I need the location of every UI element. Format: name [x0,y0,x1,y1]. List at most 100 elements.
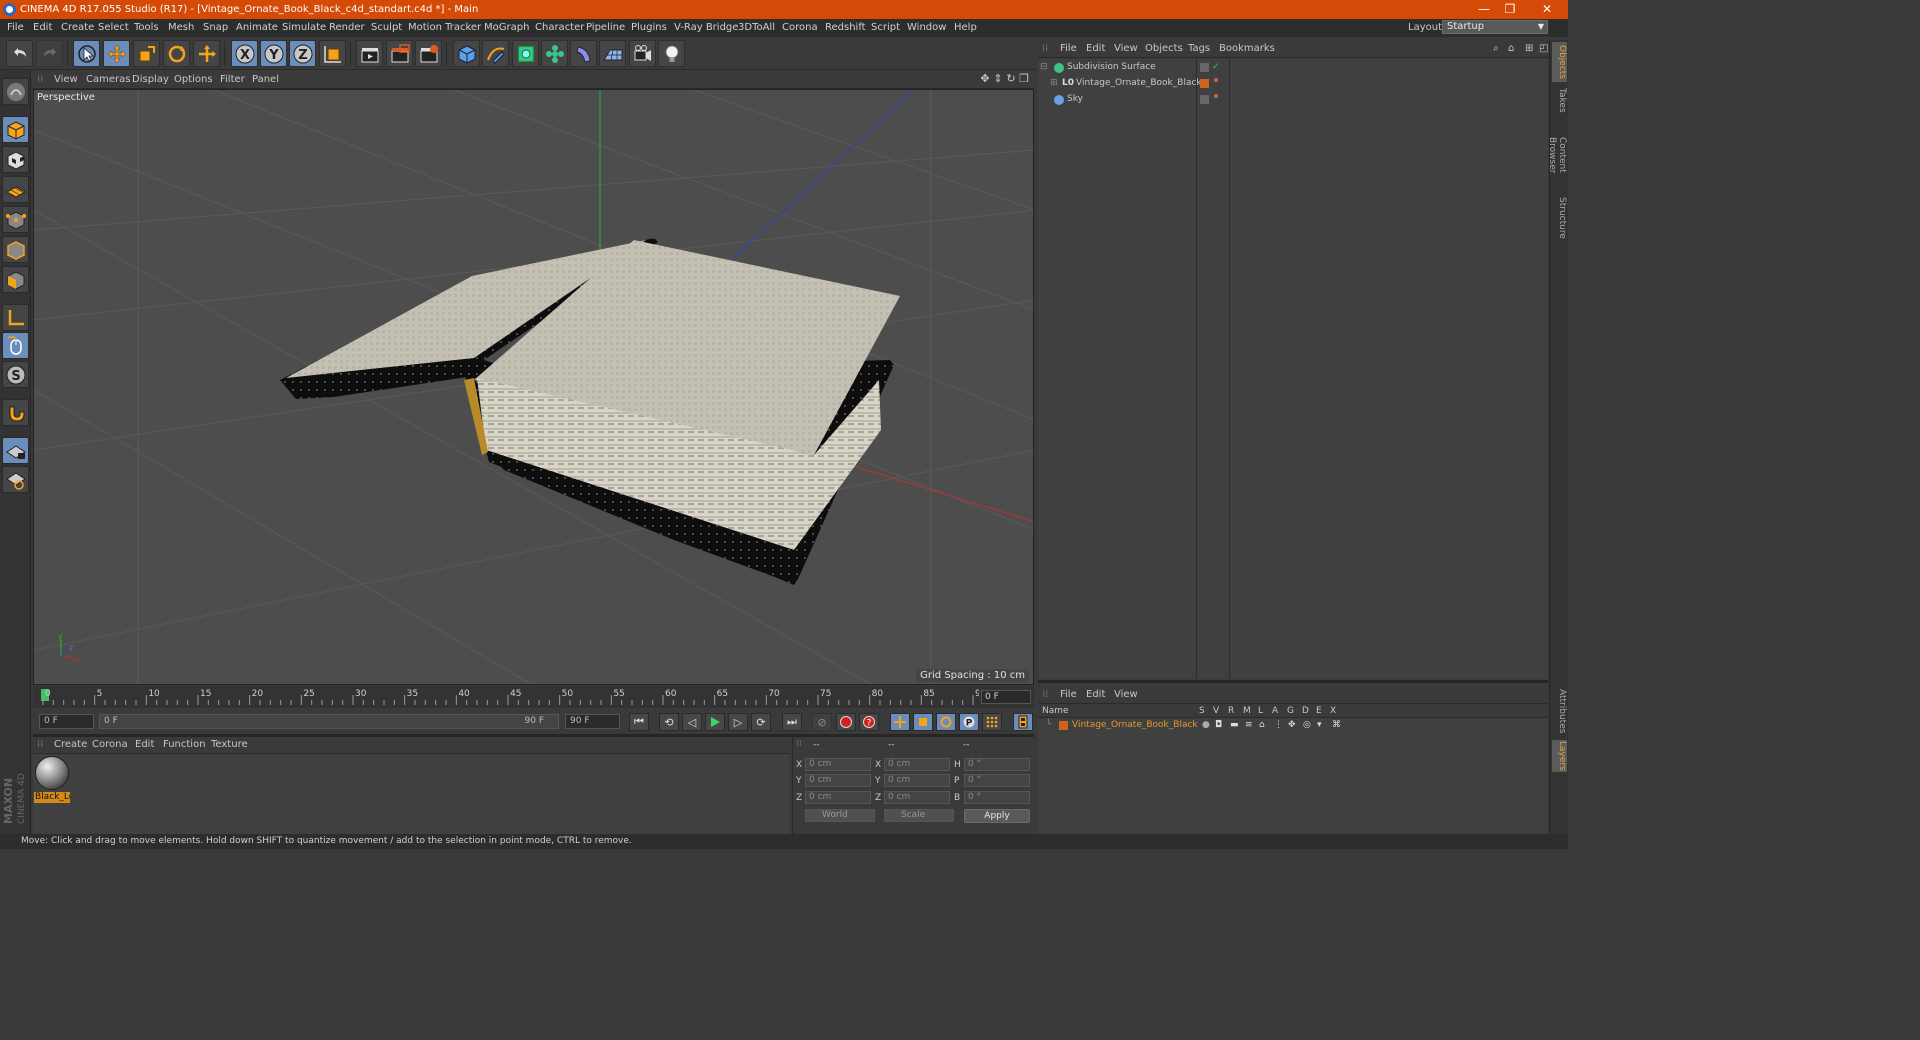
editor-visibility-toggle[interactable] [1200,95,1209,104]
viewport-menu-filter[interactable]: Filter [220,74,245,85]
layer-col-xref[interactable]: X [1330,706,1336,716]
apply-button[interactable]: Apply [964,809,1030,823]
3d-viewport[interactable]: y x z Perspective Grid Spacing : 10 cm [33,89,1034,685]
render-region-button[interactable] [386,40,413,67]
layer-col-locked[interactable]: L [1258,706,1263,716]
texture-mode-button[interactable] [2,146,29,173]
editor-visibility-toggle[interactable] [1200,63,1209,72]
search-icon[interactable]: ⌕ [1493,43,1499,54]
object-name[interactable]: Vintage_Ornate_Book_Black [1076,78,1202,88]
layer-generators-icon[interactable]: ✥ [1288,720,1296,730]
material-menu-texture[interactable]: Texture [211,739,248,750]
record-keys-disabled-button[interactable]: ⊘ [812,713,832,731]
orbit-view-icon[interactable]: ↻ [1005,73,1017,85]
menu-3dtoall[interactable]: 3DToAll [738,22,775,33]
object-row-book[interactable]: ⊞ L0 Vintage_Ornate_Book_Black [1038,76,1548,92]
expand-toggle-icon[interactable]: ⊞ [1050,78,1058,88]
rotation-b-field[interactable]: 0 ° [964,791,1030,804]
layer-deformers-icon[interactable]: ◎ [1303,720,1311,730]
rotate-tool-button[interactable] [163,40,190,67]
magnet-button[interactable] [2,399,29,426]
material-menu-edit[interactable]: Edit [135,739,154,750]
axis-mode-button[interactable] [2,304,29,331]
menu-script[interactable]: Script [871,22,900,33]
coordinate-space-dropdown[interactable]: World [805,809,875,822]
workplane-snap-button[interactable] [2,466,29,493]
timeline-window-button[interactable] [1013,713,1033,731]
layers-menu-file[interactable]: File [1060,689,1077,700]
make-editable-button[interactable] [2,78,29,105]
menu-select[interactable]: Select [98,22,129,33]
end-frame-field[interactable]: 90 F [565,714,620,729]
timeline-ruler[interactable]: 0 5 10 15 20 25 30 35 40 45 50 55 60 65 70 75 80 85 90 0 F [33,686,1034,708]
menu-snap[interactable]: Snap [203,22,228,33]
visibility-dot-icon[interactable] [1214,78,1218,82]
home-icon[interactable]: ⌂ [1508,43,1514,54]
menu-tools[interactable]: Tools [134,22,159,33]
menu-file[interactable]: File [7,22,24,33]
object-row-sky[interactable]: Sky [1038,92,1548,108]
layer-expressions-icon[interactable]: ▾ [1317,720,1322,730]
go-to-end-button[interactable]: ⏭ [782,713,802,731]
layer-animation-icon[interactable]: ⋮ [1274,720,1283,730]
add-deformer-button[interactable] [570,40,597,67]
layer-col-animation[interactable]: A [1272,706,1278,716]
menu-render[interactable]: Render [329,22,365,33]
size-x-field[interactable]: 0 cm [884,758,950,771]
visibility-dot-icon[interactable] [1214,94,1218,98]
maximize-panel-icon[interactable]: ◰ [1539,43,1548,54]
x-axis-lock-button[interactable]: X [231,40,258,67]
key-point-level-button[interactable] [982,713,1002,731]
layer-col-render[interactable]: R [1228,706,1234,716]
layers-menu-view[interactable]: View [1114,689,1138,700]
previous-frame-button[interactable]: ◁ [682,713,702,731]
objects-menu-file[interactable]: File [1060,43,1077,54]
current-frame-field[interactable]: 0 F [981,690,1031,704]
object-row-subdivision-surface[interactable]: ⊟ Subdivision Surface ✓ [1038,60,1548,76]
add-light-button[interactable] [658,40,685,67]
key-rotation-button[interactable] [936,713,956,731]
render-view-button[interactable] [356,40,383,67]
record-active-objects-button[interactable] [836,713,856,731]
previous-key-button[interactable]: ⟲ [659,713,679,731]
tweak-mode-button[interactable] [2,332,29,359]
menu-corona[interactable]: Corona [782,22,818,33]
objects-menu-bookmarks[interactable]: Bookmarks [1219,43,1275,54]
tab-objects[interactable]: Objects [1552,42,1567,82]
layer-col-generators[interactable]: G [1287,706,1294,716]
material-name[interactable]: Black_Le [34,792,70,803]
layer-manager-icon[interactable]: ≡ [1245,720,1253,730]
viewport-menu-options[interactable]: Options [174,74,213,85]
lock-icon[interactable]: ⌂ [1259,720,1265,730]
menu-motion-tracker[interactable]: Motion Tracker [408,22,481,33]
menu-window[interactable]: Window [907,22,946,33]
dolly-view-icon[interactable]: ⇕ [992,73,1004,85]
viewport-menu-cameras[interactable]: Cameras [86,74,130,85]
tab-structure[interactable]: Structure [1552,196,1567,240]
add-camera-button[interactable] [629,40,656,67]
next-frame-button[interactable]: ▷ [728,713,748,731]
add-floor-button[interactable] [599,40,626,67]
maximize-view-icon[interactable]: ❐ [1018,73,1030,85]
undo-button[interactable] [6,40,33,67]
menu-mograph[interactable]: MoGraph [484,22,529,33]
object-name[interactable]: Subdivision Surface [1067,62,1156,72]
menu-character[interactable]: Character [535,22,584,33]
size-mode-dropdown[interactable]: Scale [884,809,954,822]
add-spline-button[interactable] [482,40,509,67]
menu-edit[interactable]: Edit [33,22,52,33]
layer-solo-icon[interactable]: ● [1202,720,1210,730]
workplane-mode-button[interactable] [2,176,29,203]
rotation-h-field[interactable]: 0 ° [964,758,1030,771]
layer-xref-icon[interactable]: ⌘ [1332,720,1341,730]
position-z-field[interactable]: 0 cm [805,791,871,804]
range-slider[interactable]: 0 F 90 F [99,714,559,729]
viewport-menu-display[interactable]: Display [132,74,169,85]
viewport-menu-view[interactable]: View [54,74,78,85]
scale-tool-button[interactable] [133,40,160,67]
polygons-mode-button[interactable] [2,266,29,293]
points-mode-button[interactable] [2,206,29,233]
objects-menu-edit[interactable]: Edit [1086,43,1105,54]
workplane-lock-button[interactable] [2,437,29,464]
pan-view-icon[interactable]: ✥ [979,73,991,85]
